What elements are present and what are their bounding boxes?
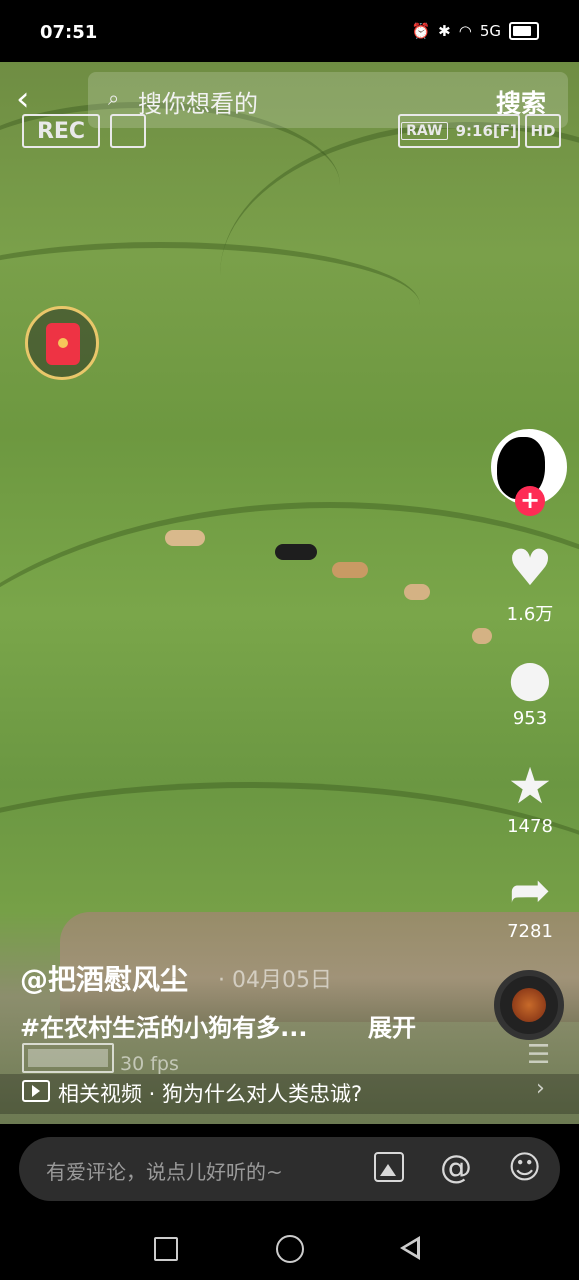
status-icons: ⏰ ✱ ◠ 5G — [411, 22, 539, 40]
home-button[interactable] — [276, 1235, 304, 1263]
signal-5g-icon: 5G — [479, 22, 501, 40]
rec-badge: REC — [22, 114, 100, 148]
at-icon[interactable]: @ — [440, 1148, 472, 1186]
wifi-icon: ◠ — [458, 22, 472, 40]
star-icon[interactable]: ★ — [500, 758, 560, 814]
fps-badge — [22, 1043, 114, 1073]
comment-placeholder: 有爱评论，说点儿好听的~ — [46, 1160, 283, 1184]
heart-icon[interactable]: ♥ — [500, 540, 560, 596]
search-icon: ⌕ — [108, 86, 120, 110]
post-date: · 04月05日 — [218, 968, 332, 993]
related-video-link[interactable]: 相关视频 · 狗为什么对人类忠诚? — [58, 1078, 362, 1108]
red-packet-coin — [58, 338, 68, 348]
hd-badge: HD — [525, 114, 561, 148]
dog — [165, 530, 205, 546]
expand-button[interactable]: 展开 — [368, 1008, 416, 1043]
raw-ratio-badge: RAW 9:16[F] — [398, 114, 520, 148]
dog — [332, 562, 368, 578]
chevron-right-icon: › — [536, 1076, 545, 1101]
raw-label: RAW — [401, 122, 448, 140]
recents-button[interactable] — [154, 1237, 178, 1261]
video-icon — [22, 1080, 50, 1102]
follow-button[interactable]: + — [515, 486, 545, 516]
status-time: 07:51 — [40, 22, 98, 43]
comment-icon[interactable]: ● — [500, 650, 560, 706]
frame-badge — [110, 114, 146, 148]
share-count: 7281 — [507, 921, 553, 942]
comment-count: 953 — [512, 708, 548, 729]
like-count: 1.6万 — [506, 604, 554, 625]
dog — [404, 584, 430, 600]
favorite-count: 1478 — [507, 816, 553, 837]
red-packet-button[interactable] — [25, 306, 99, 380]
emoji-icon[interactable]: ☺ — [508, 1148, 541, 1186]
ratio-label: 9:16[F] — [455, 122, 517, 140]
music-disc[interactable] — [494, 970, 564, 1040]
dog — [275, 544, 317, 560]
list-icon[interactable]: ☰ — [527, 1040, 550, 1070]
back-icon[interactable]: ‹ — [16, 82, 56, 116]
music-cover — [512, 988, 546, 1022]
back-nav-inner — [405, 1241, 417, 1255]
dog — [472, 628, 492, 644]
battery-icon — [509, 22, 539, 40]
author-name[interactable]: @把酒慰风尘 — [20, 958, 188, 998]
search-placeholder: 搜你想看的 — [138, 90, 258, 118]
fps-label: 30 fps — [120, 1053, 179, 1075]
post-caption[interactable]: #在农村生活的小狗有多... — [20, 1008, 307, 1043]
image-icon[interactable] — [374, 1152, 404, 1182]
fps-fill — [28, 1049, 108, 1067]
share-icon[interactable]: ➦ — [500, 862, 560, 918]
bluetooth-icon: ✱ — [438, 22, 451, 40]
alarm-icon: ⏰ — [411, 22, 431, 40]
